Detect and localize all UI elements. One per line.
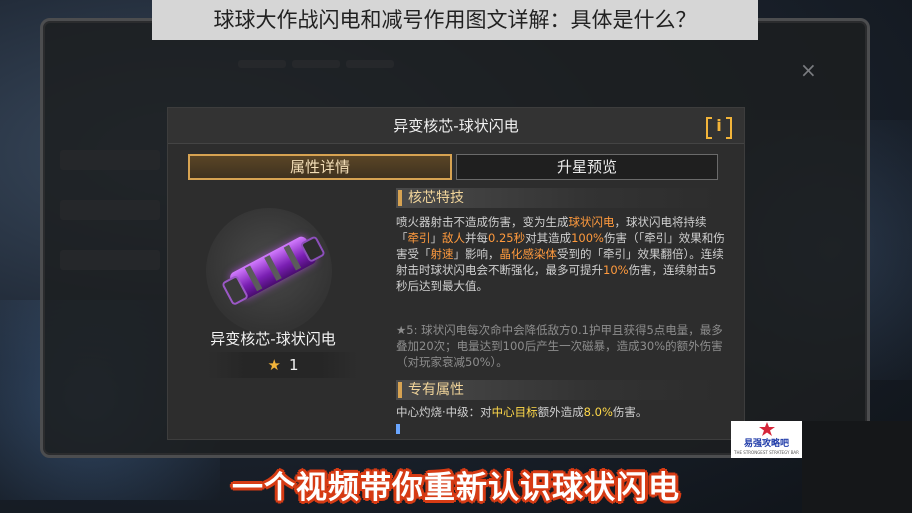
detail-tabs: 属性详情 升星预览 <box>188 154 718 180</box>
background-tab <box>292 60 340 68</box>
tab-attribute-details[interactable]: 属性详情 <box>188 154 452 180</box>
background-row <box>60 150 160 170</box>
star-logo-icon <box>759 422 775 436</box>
star-bonus-description: ★5: 球状闪电每次命中会降低敌方0.1护甲且获得5点电量，最多叠加20次；电量… <box>396 323 723 369</box>
watermark-logo: 易强攻略吧 THE STRONGEST STRATEGY BAR <box>731 421 802 458</box>
video-subtitle: 一个视频带你重新认识球状闪电 <box>232 470 680 506</box>
article-caption: 球球大作战闪电和减号作用图文详解：具体是什么？ <box>152 0 758 40</box>
background-tab <box>346 60 394 68</box>
exclusive-attribute-description: 中心灼烧·中级：对中心目标额外造成8.0%伤害。 <box>396 404 726 420</box>
close-icon[interactable]: × <box>800 58 817 82</box>
description-text: 中心灼烧·中级：对 <box>396 405 492 419</box>
highlight-text: 8.0% <box>583 405 613 419</box>
background-tabs <box>238 60 394 68</box>
watermark-subtitle: THE STRONGEST STRATEGY BAR <box>734 450 799 455</box>
highlight-text: 100% <box>571 231 604 245</box>
star-icon: ★ <box>267 356 281 374</box>
highlight-text: 球状闪电 <box>568 215 615 229</box>
corner-shade <box>802 421 912 513</box>
highlight-text: 射速 <box>430 247 454 261</box>
star-count: 1 <box>288 356 299 374</box>
description-text: 」 <box>430 231 443 245</box>
tab-star-upgrade-preview[interactable]: 升星预览 <box>456 154 718 180</box>
scroll-indicator[interactable] <box>396 424 400 434</box>
highlight-text: 中心目标 <box>491 405 538 419</box>
highlight-text: 晶化感染体 <box>499 247 558 261</box>
dialog-title: 异变核芯-球状闪电 <box>393 117 519 135</box>
description-text: 并每 <box>465 231 488 245</box>
section-heading-exclusive: 专有属性 <box>396 380 716 400</box>
description-text: 对其造成 <box>525 231 572 245</box>
info-icon[interactable]: i <box>706 115 732 139</box>
item-star-level: ★ 1 <box>208 352 358 378</box>
item-name: 异变核芯-球状闪电 <box>210 330 336 348</box>
description-text: 伤害。 <box>612 405 648 419</box>
background-row <box>60 200 160 220</box>
background-row <box>60 250 160 270</box>
core-skill-description: 喷火器射击不造成伤害，变为生成球状闪电，球状闪电将持续「牵引」敌人并每0.25秒… <box>396 214 726 294</box>
dialog-header: 异变核芯-球状闪电 i <box>168 108 744 144</box>
highlight-text: 敌人 <box>442 231 465 245</box>
description-text: 额外造成 <box>537 405 584 419</box>
description-text: 喷火器射击不造成伤害，变为生成 <box>396 215 569 229</box>
highlight-text: 10% <box>603 263 629 277</box>
item-detail-dialog: 异变核芯-球状闪电 i 属性详情 升星预览 异变核芯-球状闪电 ★ 1 核芯特技 … <box>167 107 745 440</box>
description-text: 」影响， <box>453 247 500 261</box>
background-tab <box>238 60 286 68</box>
highlight-text: 牵引 <box>407 231 431 245</box>
highlight-text: 0.25秒 <box>488 231 526 245</box>
section-heading-core-skill: 核芯特技 <box>396 188 716 208</box>
watermark-name: 易强攻略吧 <box>743 439 789 449</box>
